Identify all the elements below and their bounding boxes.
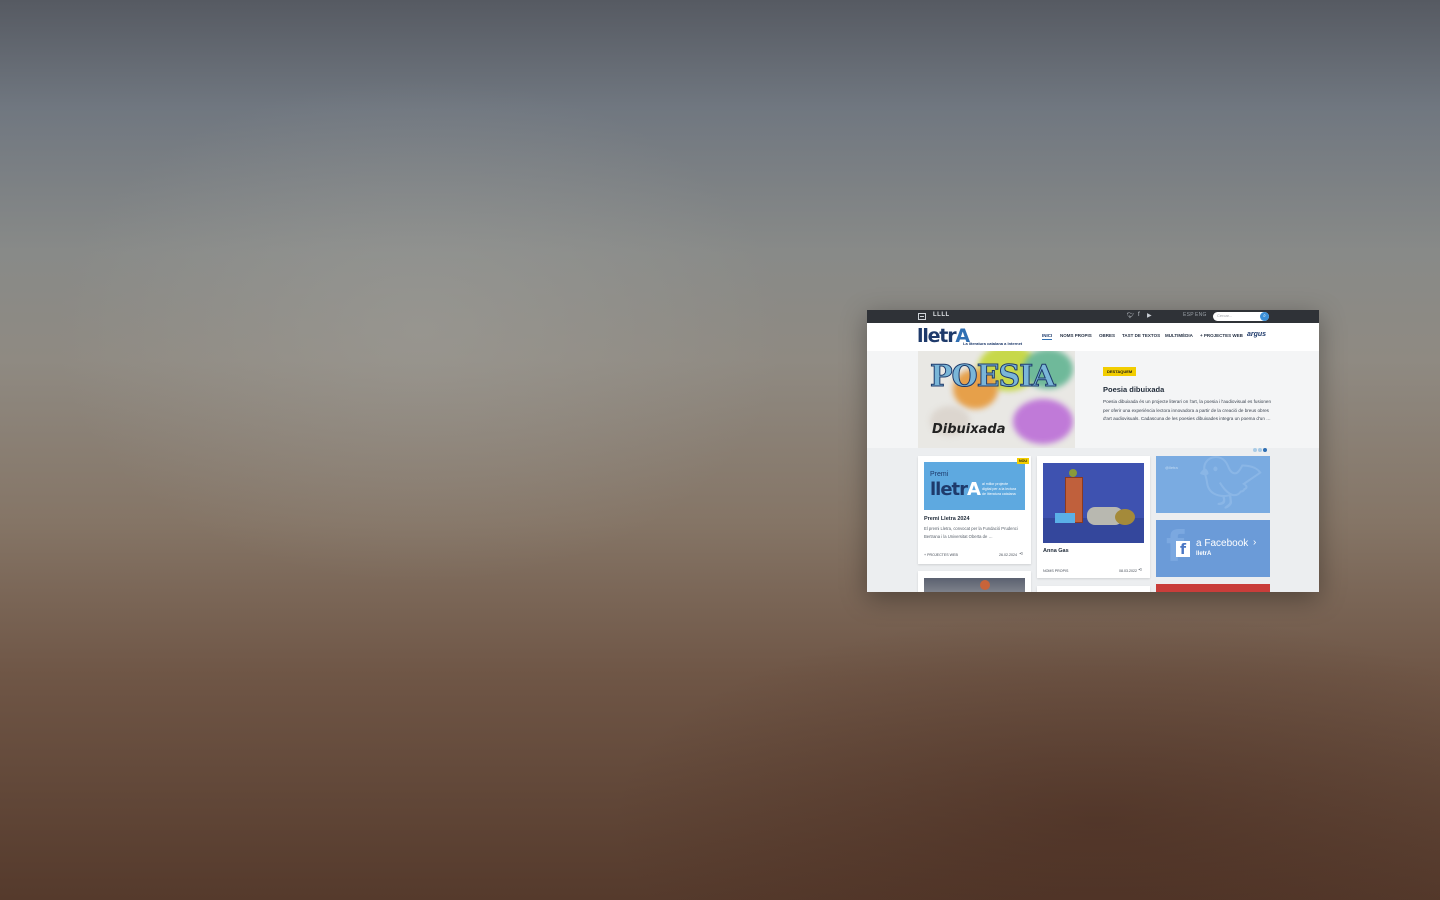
browser-window: LLLL 🐦︎ f ▶ ESP ENG Cercar... ⌕ lletrA L…	[867, 310, 1319, 592]
card-anna-gas[interactable]: Anna Gas NOMS PROPIS 08.03.2022 ⋖	[1037, 456, 1150, 578]
card-date: 08.03.2022	[1119, 569, 1137, 573]
nav-noms-propis[interactable]: NOMS PROPIS	[1060, 333, 1092, 338]
nav-tast-de-textos[interactable]: TAST DE TEXTOS	[1122, 333, 1160, 338]
promo-premi: Premi	[930, 471, 949, 478]
site-logo[interactable]: lletrA	[917, 326, 970, 346]
card-title[interactable]: Premi Lletra 2024	[924, 516, 970, 522]
card-image	[924, 578, 1025, 592]
facebook-widget[interactable]: f f a Facebook › lletrA	[1156, 520, 1270, 577]
argus-logo[interactable]: argus	[1247, 331, 1266, 338]
carousel-dot-2[interactable]	[1258, 448, 1262, 452]
hero-description: Poesia dibuixada és un projecte literari…	[1103, 399, 1271, 422]
card-category[interactable]: NOMS PROPIS	[1043, 569, 1068, 573]
nav-projectes-web[interactable]: + PROJECTES WEB	[1200, 333, 1243, 338]
facebook-label: a Facebook	[1196, 538, 1249, 549]
card-description: El premi Lletra, convocat per la Fundaci…	[924, 526, 1018, 539]
twitter-handle: @lletra	[1165, 465, 1178, 470]
promo-line-3: de literatura catalana	[982, 492, 1016, 496]
twitter-bird-icon: 🐦︎	[1198, 453, 1265, 513]
nav-inici[interactable]: INICI	[1042, 333, 1053, 340]
promo-brand: lletrA	[930, 479, 981, 500]
nav-multimedia[interactable]: MULTIMÈDIA	[1165, 333, 1193, 338]
search-input[interactable]: Cercar... ⌕	[1213, 312, 1269, 321]
carousel-dot-3[interactable]	[1263, 448, 1267, 452]
twitter-icon[interactable]: 🐦︎	[1127, 312, 1135, 319]
card-partial[interactable]	[918, 571, 1031, 592]
main-navbar: lletrA La literatura catalana a Internet…	[867, 323, 1319, 351]
search-icon[interactable]: ⌕	[1260, 312, 1269, 321]
hero-image[interactable]: POESIA Dibuixada	[918, 351, 1075, 448]
facebook-icon: f	[1176, 541, 1190, 558]
search-placeholder: Cercar...	[1217, 313, 1233, 318]
nav-obres[interactable]: OBRES	[1099, 333, 1115, 338]
lang-esp[interactable]: ESP	[1183, 312, 1194, 318]
llll-logo[interactable]: LLLL	[933, 312, 950, 318]
facebook-sub: lletrA	[1196, 551, 1212, 557]
new-badge: NOU	[1017, 458, 1029, 464]
institution-logo-icon[interactable]	[918, 313, 926, 320]
card-date: 26.02.2024	[999, 553, 1017, 557]
carousel-dot-1[interactable]	[1253, 448, 1257, 452]
top-bar: LLLL 🐦︎ f ▶ ESP ENG Cercar... ⌕	[867, 310, 1319, 323]
site-tagline: La literatura catalana a Internet	[963, 341, 1023, 346]
card-premi-lletra[interactable]: Premi lletrA al millor projecte digital …	[918, 456, 1031, 564]
chevron-right-icon: ›	[1253, 537, 1257, 548]
featured-carousel: POESIA Dibuixada DESTAQUEM Poesia dibuix…	[867, 351, 1319, 452]
card-partial-2[interactable]	[1037, 586, 1150, 592]
facebook-icon[interactable]: f	[1138, 312, 1140, 318]
premi-lletra-banner: Premi lletrA al millor projecte digital …	[924, 462, 1025, 510]
lang-eng[interactable]: ENG	[1195, 312, 1207, 318]
card-title[interactable]: Anna Gas	[1043, 548, 1069, 554]
red-widget[interactable]	[1156, 584, 1270, 592]
featured-badge: DESTAQUEM	[1103, 367, 1137, 376]
share-icon[interactable]: ⋖	[1019, 551, 1023, 557]
hero-title[interactable]: Poesia dibuixada	[1103, 385, 1164, 394]
youtube-icon[interactable]: ▶	[1147, 312, 1152, 319]
card-category[interactable]: + PROJECTES WEB	[924, 553, 958, 557]
card-image	[1043, 463, 1144, 543]
hero-image-title: POESIA	[930, 359, 1057, 395]
hero-image-subtitle: Dibuixada	[932, 422, 1006, 437]
twitter-widget[interactable]: 🐦︎ @lletra	[1156, 456, 1270, 513]
share-icon[interactable]: ⋖	[1138, 567, 1142, 573]
